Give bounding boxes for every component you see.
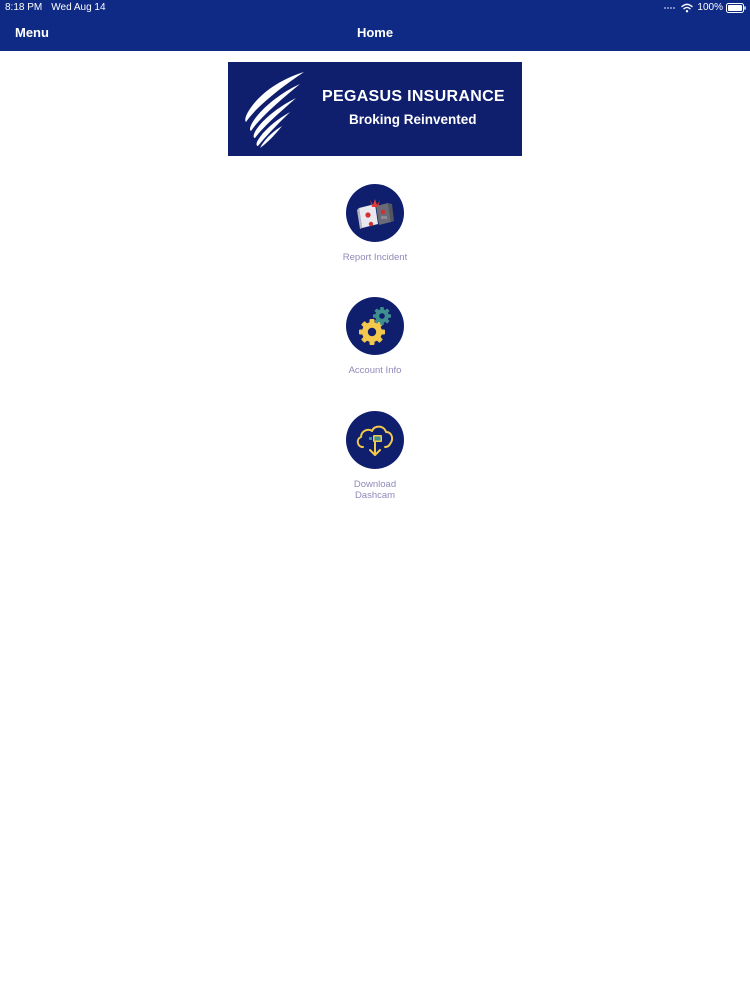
status-date: Wed Aug 14	[51, 2, 106, 13]
wifi-icon	[681, 3, 694, 12]
pegasus-wing-logo	[245, 72, 304, 148]
account-info-label: Account Info	[348, 365, 402, 376]
report-incident-label: Report Incident	[342, 252, 408, 263]
download-dashcam-label-line2: Dashcam	[354, 490, 396, 501]
status-left: 8:18 PM Wed Aug 14	[5, 0, 106, 15]
cloud-download-icon	[356, 425, 394, 456]
status-bar: 8:18 PM Wed Aug 14 100%	[0, 0, 750, 15]
menu-button[interactable]: Menu	[15, 15, 49, 51]
download-dashcam-label-line1: Download	[353, 479, 397, 490]
car-crash-icon	[357, 199, 394, 229]
download-dashcam-icon-circle[interactable]	[346, 411, 404, 469]
account-info-icon-circle[interactable]	[346, 297, 404, 355]
navigation-bar: Menu Home	[0, 15, 750, 51]
brand-name: PEGASUS INSURANCE	[322, 88, 505, 105]
download-dashcam-button[interactable]: Download Dashcam	[300, 411, 450, 501]
download-dashcam-label: Download Dashcam	[345, 479, 405, 501]
battery-icon	[726, 2, 746, 13]
gears-icon	[359, 307, 391, 345]
page-title: Home	[356, 25, 394, 40]
report-incident-button[interactable]: Report Incident	[300, 184, 450, 263]
status-time: 8:18 PM	[5, 2, 43, 13]
report-incident-icon-circle[interactable]	[346, 184, 404, 242]
status-right: 100%	[663, 0, 746, 15]
cellular-signal-icon	[664, 7, 676, 9]
battery-percentage: 100%	[697, 2, 723, 13]
account-info-button[interactable]: Account Info	[300, 297, 450, 376]
brand-tagline: Broking Reinvented	[349, 112, 477, 127]
brand-banner: PEGASUS INSURANCE Broking Reinvented	[228, 62, 522, 156]
